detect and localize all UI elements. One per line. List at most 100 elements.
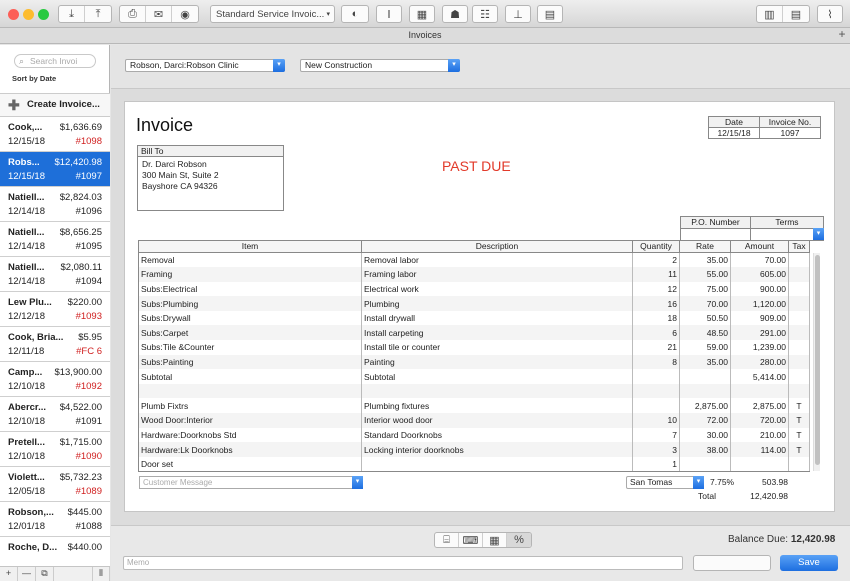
rate-cell[interactable] <box>679 456 731 472</box>
quantity-cell[interactable]: 10 <box>632 413 680 428</box>
item-cell[interactable]: Subs:Drywall <box>138 310 362 326</box>
quantity-cell[interactable]: 7 <box>632 427 680 443</box>
quantity-cell[interactable]: 12 <box>632 281 680 297</box>
description-cell[interactable] <box>361 456 633 472</box>
add-item-button[interactable]: + <box>0 567 18 581</box>
invoice-no-field[interactable]: 1097 <box>759 127 821 139</box>
table-row[interactable]: Subs:Painting Painting 8 35.00 280.00 <box>138 354 810 370</box>
item-cell[interactable]: Subs:Carpet <box>138 325 362 341</box>
table-row[interactable]: Plumb Fixtrs Plumbing fixtures 2,875.00 2,8… <box>138 398 810 414</box>
list-item[interactable]: Lew Plu... $220.00 12/12/18 #1093 <box>0 292 110 327</box>
quantity-cell[interactable]: 18 <box>632 310 680 326</box>
sort-by-menu[interactable]: Sort by Date <box>12 74 56 83</box>
amount-cell[interactable] <box>730 383 789 399</box>
tax-cell[interactable] <box>788 267 810 282</box>
secondary-button[interactable] <box>693 555 771 571</box>
attach-icon[interactable]: ⌇ <box>817 5 843 23</box>
amount-cell[interactable]: 605.00 <box>730 267 789 282</box>
tax-cell[interactable] <box>788 310 810 326</box>
list-item[interactable]: Robs... $12,420.98 12/15/18 #1097 <box>0 152 110 187</box>
history-icon[interactable]: ⌸ <box>435 533 459 547</box>
amount-cell[interactable] <box>730 456 789 472</box>
save-button[interactable]: Save <box>780 555 838 571</box>
layout-icon[interactable]: ▦ <box>409 5 435 23</box>
description-cell[interactable]: Install tile or counter <box>361 340 633 355</box>
quantity-cell[interactable] <box>632 369 680 384</box>
team-icon[interactable]: ☷ <box>472 5 498 23</box>
column-view-icon[interactable]: ▥ <box>757 6 783 22</box>
stamp-icon[interactable]: ⊥ <box>505 5 531 23</box>
table-row[interactable]: Removal Removal labor 2 35.00 70.00 <box>138 252 810 268</box>
description-cell[interactable]: Install drywall <box>361 310 633 326</box>
table-row[interactable]: Subs:Carpet Install carpeting 6 48.50 291.00 <box>138 325 810 341</box>
resize-handle[interactable]: ⦀ <box>92 567 110 581</box>
quantity-cell[interactable]: 21 <box>632 340 680 355</box>
list-item[interactable]: Natiell... $8,656.25 12/14/18 #1095 <box>0 222 110 257</box>
quantity-cell[interactable]: 11 <box>632 267 680 282</box>
rate-cell[interactable]: 70.00 <box>679 296 731 311</box>
tax-cell[interactable] <box>788 340 810 355</box>
item-cell[interactable]: Plumb Fixtrs <box>138 398 362 414</box>
description-cell[interactable]: Painting <box>361 354 633 370</box>
quantity-cell[interactable]: 1 <box>632 456 680 472</box>
list-item[interactable]: Cook,... $1,636.69 12/15/18 #1098 <box>0 117 110 152</box>
minimize-window-button[interactable] <box>23 9 34 20</box>
template-icon[interactable]: ◐ <box>341 5 369 23</box>
amount-cell[interactable]: 720.00 <box>730 413 789 428</box>
description-cell[interactable]: Install carpeting <box>361 325 633 341</box>
rate-cell[interactable]: 48.50 <box>679 325 731 341</box>
tax-cell[interactable] <box>788 325 810 341</box>
item-cell[interactable]: Door set <box>138 456 362 472</box>
amount-cell[interactable]: 1,120.00 <box>730 296 789 311</box>
memo-field[interactable]: Memo <box>123 556 683 570</box>
quantity-cell[interactable] <box>632 383 680 399</box>
item-cell[interactable]: Removal <box>138 252 362 268</box>
list-item[interactable]: Natiell... $2,080.11 12/14/18 #1094 <box>0 257 110 292</box>
table-row[interactable]: Hardware:Lk Doorknobs Locking interior do… <box>138 442 810 457</box>
description-cell[interactable]: Subtotal <box>361 369 633 384</box>
search-input[interactable]: ⌕ Search Invoi <box>14 54 96 68</box>
quantity-cell[interactable]: 16 <box>632 296 680 311</box>
table-row[interactable]: Door set 1 <box>138 456 810 472</box>
description-cell[interactable]: Electrical work <box>361 281 633 297</box>
list-item[interactable]: Violett... $5,732.23 12/05/18 #1089 <box>0 467 110 502</box>
table-row[interactable]: Subs:Plumbing Plumbing 16 70.00 1,120.00 <box>138 296 810 311</box>
description-cell[interactable]: Locking interior doorknobs <box>361 442 633 457</box>
table-row[interactable]: Subs:Drywall Install drywall 18 50.50 909.00 <box>138 310 810 326</box>
tax-cell[interactable] <box>788 281 810 297</box>
close-window-button[interactable] <box>8 9 19 20</box>
tax-cell[interactable]: T <box>788 413 810 428</box>
item-cell[interactable]: Subs:Tile &Counter <box>138 340 362 355</box>
item-cell[interactable]: Wood Door:Interior <box>138 413 362 428</box>
table-row[interactable] <box>138 383 810 399</box>
remove-item-button[interactable]: — <box>18 567 36 581</box>
job-select[interactable]: New Construction ▾ <box>300 59 460 72</box>
amount-cell[interactable]: 291.00 <box>730 325 789 341</box>
tax-cell[interactable]: T <box>788 427 810 443</box>
rate-cell[interactable]: 35.00 <box>679 252 731 268</box>
list-item[interactable]: Pretell... $1,715.00 12/10/18 #1090 <box>0 432 110 467</box>
amount-cell[interactable]: 210.00 <box>730 427 789 443</box>
email-icon[interactable]: ✉ <box>146 6 172 22</box>
bill-to-box[interactable]: Bill To Dr. Darci Robson 300 Main St, Su… <box>137 145 284 211</box>
list-item[interactable]: Natiell... $2,824.03 12/14/18 #1096 <box>0 187 110 222</box>
item-cell[interactable]: Subtotal <box>138 369 362 384</box>
tax-cell[interactable] <box>788 369 810 384</box>
list-item[interactable]: Cook, Bria... $5.95 12/11/18 #FC 6 <box>0 327 110 362</box>
template-select[interactable]: Standard Service Invoic... ▾ <box>210 5 335 23</box>
quantity-cell[interactable]: 8 <box>632 354 680 370</box>
rate-cell[interactable]: 35.00 <box>679 354 731 370</box>
quantity-cell[interactable]: 3 <box>632 442 680 457</box>
description-cell[interactable]: Removal labor <box>361 252 633 268</box>
rate-cell[interactable]: 38.00 <box>679 442 731 457</box>
po-number-field[interactable] <box>680 228 751 241</box>
item-cell[interactable] <box>138 383 362 399</box>
customer-select[interactable]: Robson, Darci:Robson Clinic ▾ <box>125 59 285 72</box>
item-cell[interactable]: Subs:Electrical <box>138 281 362 297</box>
description-cell[interactable] <box>361 383 633 399</box>
table-row[interactable]: Wood Door:Interior Interior wood door 10 72… <box>138 413 810 428</box>
rate-cell[interactable]: 59.00 <box>679 340 731 355</box>
amount-cell[interactable]: 1,239.00 <box>730 340 789 355</box>
tax-cell[interactable] <box>788 383 810 399</box>
table-row[interactable]: Framing Framing labor 11 55.00 605.00 <box>138 267 810 282</box>
